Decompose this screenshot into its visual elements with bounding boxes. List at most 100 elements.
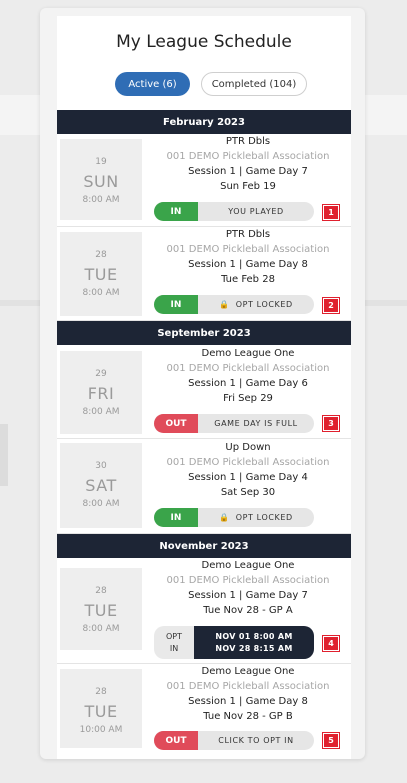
game-info: PTR Dbls 001 DEMO Pickleball Association…: [145, 227, 351, 287]
date-box: 30 SAT 8:00 AM: [60, 443, 142, 528]
game-time: 8:00 AM: [82, 499, 120, 509]
game-date: Fri Sep 29: [223, 393, 273, 404]
day-number: 29: [95, 369, 107, 379]
background-block: [0, 424, 8, 486]
opt-in-line2: IN: [169, 643, 179, 653]
game-time: 8:00 AM: [82, 407, 120, 417]
game-date: Sun Feb 19: [220, 181, 276, 192]
game-row[interactable]: 28 TUE 8:00 AM Demo League One 001 DEMO …: [57, 558, 351, 664]
badge-number: 4: [323, 636, 339, 651]
badge-number: 5: [323, 733, 339, 748]
opt-window-open: NOV 01 8:00 AM: [215, 631, 293, 641]
day-of-week: FRI: [87, 384, 115, 403]
day-of-week: SUN: [83, 172, 119, 191]
game-row[interactable]: 28 TUE 10:00 AM Demo League One 001 DEMO…: [57, 664, 351, 759]
game-date: Sat Sep 30: [220, 487, 276, 498]
game-date: Tue Feb 28: [221, 274, 275, 285]
status-label-container: 🔒 OPT LOCKED: [198, 508, 314, 527]
day-number: 30: [95, 461, 107, 471]
month-header-february: February 2023: [57, 110, 351, 134]
league-name: PTR Dbls: [225, 229, 271, 240]
session-info: Session 1 | Game Day 7: [188, 590, 308, 601]
game-row[interactable]: 28 TUE 8:00 AM PTR Dbls 001 DEMO Pickleb…: [57, 227, 351, 321]
page-title: My League Schedule: [116, 32, 292, 52]
session-info: Session 1 | Game Day 4: [188, 472, 308, 483]
opt-status-pill[interactable]: OUT CLICK TO OPT IN: [154, 731, 314, 750]
badge-number: 2: [323, 298, 339, 313]
game-row[interactable]: 29 FRI 8:00 AM Demo League One 001 DEMO …: [57, 345, 351, 439]
opt-status-pill[interactable]: IN 🔒 OPT LOCKED: [154, 295, 314, 314]
association-name: 001 DEMO Pickleball Association: [166, 681, 330, 692]
status-label: OPT LOCKED: [235, 300, 293, 309]
status-in: IN: [154, 202, 198, 221]
month-header-november: November 2023: [57, 534, 351, 558]
session-info: Session 1 | Game Day 6: [188, 378, 308, 389]
league-name: Demo League One: [201, 348, 295, 359]
status-label-container: 🔒 OPT LOCKED: [198, 295, 314, 314]
date-box: 28 TUE 8:00 AM: [60, 232, 142, 316]
status-label: GAME DAY IS FULL: [214, 419, 298, 428]
schedule-panel: My League Schedule Active (6) Completed …: [57, 16, 351, 759]
opt-window: NOV 01 8:00 AM NOV 28 8:15 AM: [194, 626, 314, 659]
status-out: OUT: [154, 414, 198, 433]
association-name: 001 DEMO Pickleball Association: [166, 244, 330, 255]
game-row[interactable]: 19 SUN 8:00 AM PTR Dbls 001 DEMO Pickleb…: [57, 134, 351, 227]
day-of-week: TUE: [84, 265, 118, 284]
game-info: Demo League One 001 DEMO Pickleball Asso…: [145, 664, 351, 724]
day-of-week: TUE: [84, 702, 118, 721]
game-time: 8:00 AM: [82, 195, 120, 205]
date-box: 28 TUE 10:00 AM: [60, 669, 142, 748]
tab-completed[interactable]: Completed (104): [201, 72, 307, 96]
game-info: PTR Dbls 001 DEMO Pickleball Association…: [145, 134, 351, 194]
game-time: 8:00 AM: [82, 288, 120, 298]
tab-active[interactable]: Active (6): [115, 72, 190, 96]
game-row[interactable]: 30 SAT 8:00 AM Up Down 001 DEMO Pickleba…: [57, 439, 351, 534]
lock-icon: 🔒: [219, 513, 230, 522]
status-in: IN: [154, 295, 198, 314]
date-box: 19 SUN 8:00 AM: [60, 139, 142, 220]
association-name: 001 DEMO Pickleball Association: [166, 575, 330, 586]
opt-in-label: OPT IN: [154, 626, 194, 659]
league-name: PTR Dbls: [225, 136, 271, 147]
status-label: YOU PLAYED: [228, 207, 284, 216]
status-label: OPT LOCKED: [235, 513, 293, 522]
status-out: OUT: [154, 731, 198, 750]
association-name: 001 DEMO Pickleball Association: [166, 363, 330, 374]
day-number: 28: [95, 586, 107, 596]
day-of-week: TUE: [84, 601, 118, 620]
click-to-opt-in-button[interactable]: CLICK TO OPT IN: [198, 731, 314, 750]
game-time: 8:00 AM: [82, 624, 120, 634]
session-info: Session 1 | Game Day 8: [188, 259, 308, 270]
league-name: Demo League One: [201, 666, 295, 677]
opt-status-pill[interactable]: IN YOU PLAYED: [154, 202, 314, 221]
badge-number: 3: [323, 416, 339, 431]
game-info: Demo League One 001 DEMO Pickleball Asso…: [145, 346, 351, 406]
game-info: Demo League One 001 DEMO Pickleball Asso…: [145, 558, 351, 618]
opt-status-pill[interactable]: OUT GAME DAY IS FULL: [154, 414, 314, 433]
opt-window-close: NOV 28 8:15 AM: [215, 643, 293, 653]
day-of-week: SAT: [85, 476, 117, 495]
league-name: Up Down: [225, 442, 271, 453]
schedule-card: My League Schedule Active (6) Completed …: [40, 8, 365, 759]
day-number: 28: [95, 250, 107, 260]
day-number: 19: [95, 157, 107, 167]
day-number: 28: [95, 687, 107, 697]
session-info: Session 1 | Game Day 8: [188, 696, 308, 707]
opt-in-window-pill[interactable]: OPT IN NOV 01 8:00 AM NOV 28 8:15 AM: [154, 626, 314, 659]
game-time: 10:00 AM: [79, 725, 123, 735]
month-header-september: September 2023: [57, 321, 351, 345]
association-name: 001 DEMO Pickleball Association: [166, 151, 330, 162]
game-info: Up Down 001 DEMO Pickleball Association …: [145, 440, 351, 500]
date-box: 29 FRI 8:00 AM: [60, 351, 142, 434]
badge-number: 1: [323, 205, 339, 220]
date-box: 28 TUE 8:00 AM: [60, 568, 142, 650]
opt-in-line1: OPT: [165, 631, 182, 641]
status-in: IN: [154, 508, 198, 527]
lock-icon: 🔒: [219, 300, 230, 309]
opt-status-pill[interactable]: IN 🔒 OPT LOCKED: [154, 508, 314, 527]
game-date: Tue Nov 28 - GP B: [203, 711, 293, 722]
game-date: Tue Nov 28 - GP A: [203, 605, 293, 616]
association-name: 001 DEMO Pickleball Association: [166, 457, 330, 468]
session-info: Session 1 | Game Day 7: [188, 166, 308, 177]
league-name: Demo League One: [201, 560, 295, 571]
